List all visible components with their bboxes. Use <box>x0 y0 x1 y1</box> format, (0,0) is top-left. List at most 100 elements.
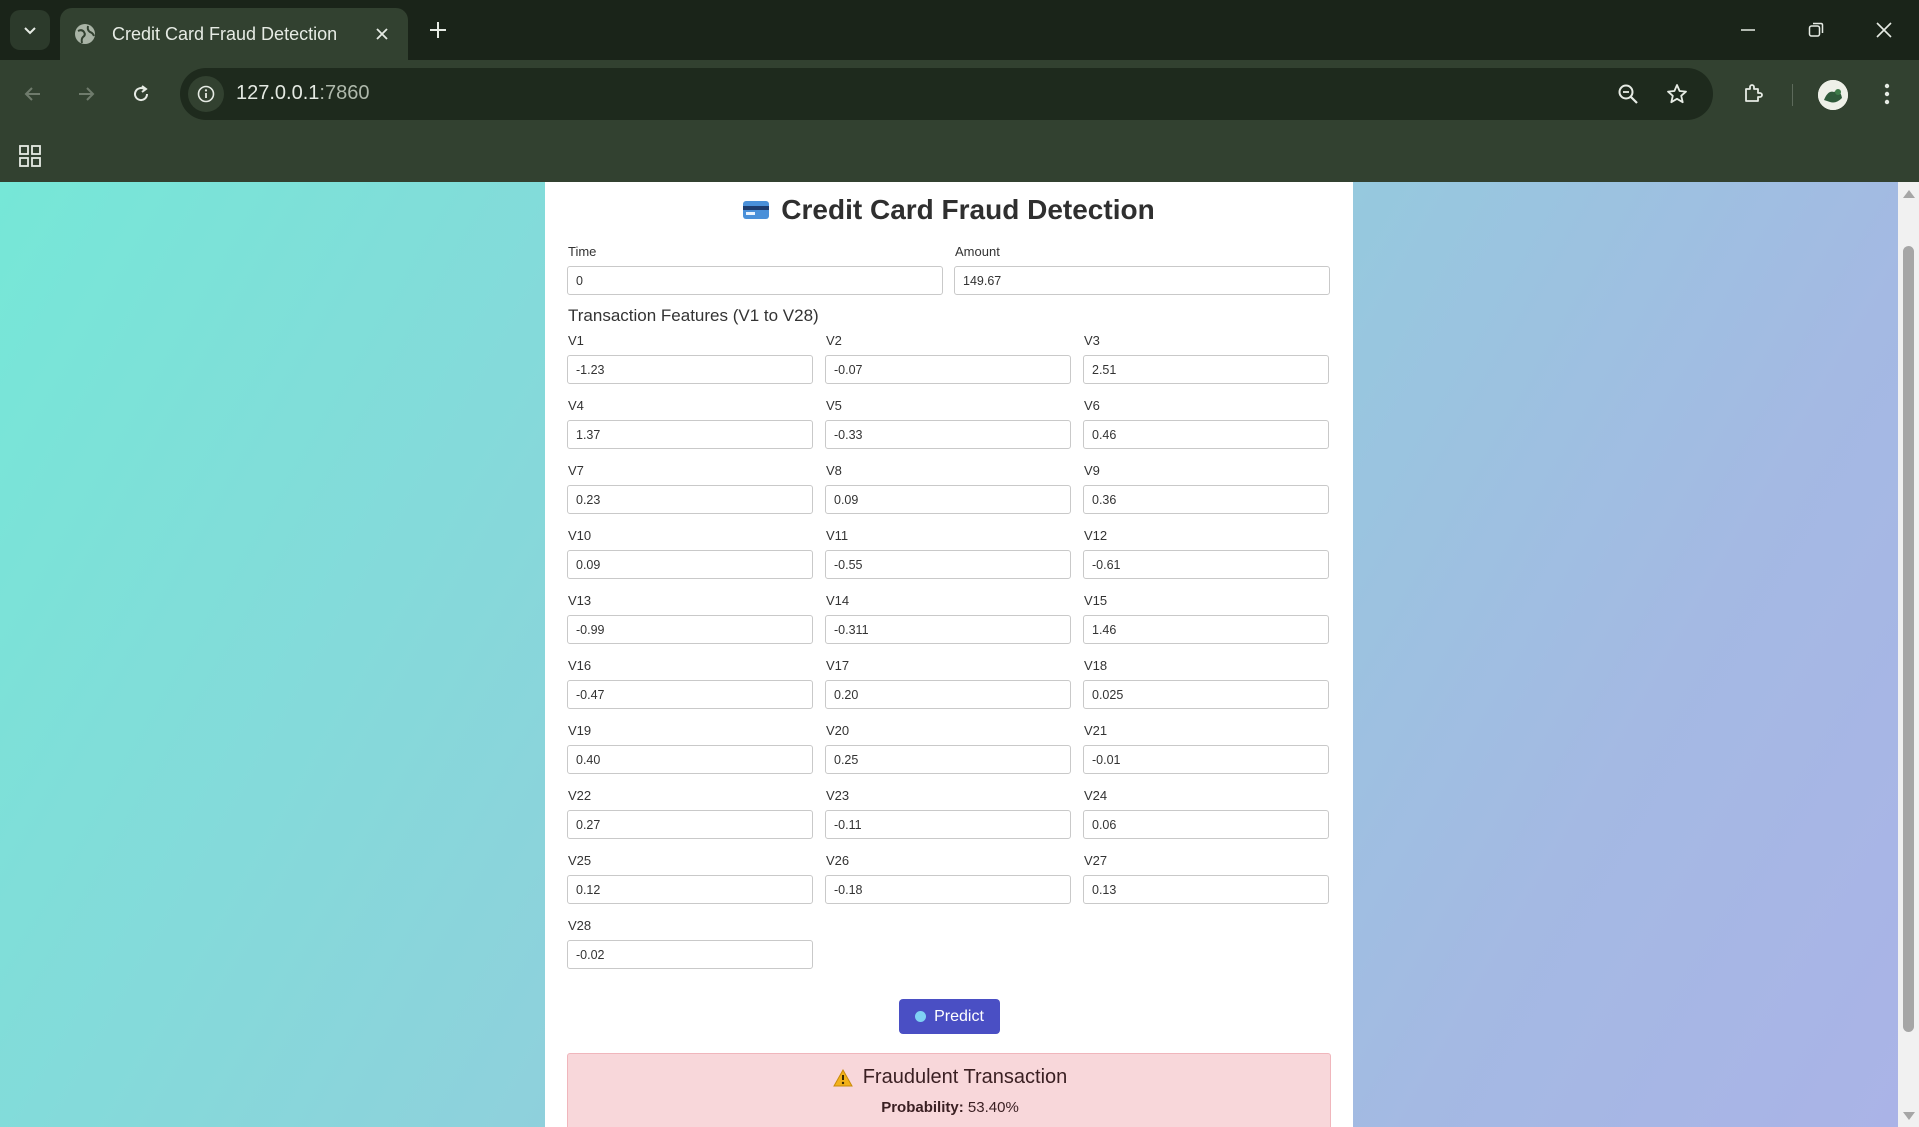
tab-title: Credit Card Fraud Detection <box>112 23 338 44</box>
chevron-down-icon <box>24 27 36 35</box>
feature-label: V20 <box>826 723 850 738</box>
close-window-button[interactable] <box>1866 12 1902 48</box>
scroll-up-icon[interactable] <box>1903 190 1915 198</box>
feature-label: V24 <box>1084 788 1108 803</box>
feature-label: V26 <box>826 853 850 868</box>
warning-icon <box>832 1068 853 1086</box>
feature-label: V1 <box>568 333 584 348</box>
page-title: Credit Card Fraud Detection <box>545 194 1353 226</box>
bookmark-star-icon[interactable] <box>1662 79 1692 109</box>
more-menu-icon[interactable] <box>1868 75 1906 113</box>
feature-input-v16[interactable] <box>567 680 813 709</box>
predict-label: Predict <box>934 1007 984 1025</box>
result-title-text: Fraudulent Transaction <box>862 1066 1068 1088</box>
feature-input-v17[interactable] <box>825 680 1071 709</box>
close-icon <box>1876 22 1892 38</box>
site-info-icon[interactable] <box>188 76 224 112</box>
arrow-right-icon <box>79 87 95 101</box>
predict-button[interactable]: Predict <box>899 999 1000 1034</box>
feature-input-v7[interactable] <box>567 485 813 514</box>
address-bar[interactable]: 127.0.0.1:7860 <box>180 68 1713 120</box>
feature-input-v1[interactable] <box>567 355 813 384</box>
feature-input-v20[interactable] <box>825 745 1071 774</box>
result-probability: Probability: 53.40% <box>568 1099 1332 1116</box>
feature-input-v26[interactable] <box>825 875 1071 904</box>
minimize-icon <box>1741 29 1755 31</box>
time-label: Time <box>568 244 597 259</box>
apps-grid-icon[interactable] <box>14 140 46 172</box>
scrollbar-thumb[interactable] <box>1903 246 1914 1032</box>
feature-label: V13 <box>568 593 592 608</box>
feature-label: V17 <box>826 658 850 673</box>
amount-label: Amount <box>955 244 1000 259</box>
feature-input-v19[interactable] <box>567 745 813 774</box>
magnifier-icon <box>915 1011 927 1022</box>
feature-label: V6 <box>1084 398 1100 413</box>
restore-button[interactable] <box>1798 12 1834 48</box>
feature-input-v11[interactable] <box>825 550 1071 579</box>
feature-input-v12[interactable] <box>1083 550 1329 579</box>
feature-label: V21 <box>1084 723 1108 738</box>
profile-avatar[interactable] <box>1818 80 1848 110</box>
feature-input-v21[interactable] <box>1083 745 1329 774</box>
back-button[interactable] <box>14 75 52 113</box>
feature-label: V15 <box>1084 593 1108 608</box>
amount-input[interactable] <box>954 266 1330 295</box>
feature-label: V10 <box>568 528 592 543</box>
feature-label: V25 <box>568 853 592 868</box>
feature-input-v18[interactable] <box>1083 680 1329 709</box>
extensions-icon[interactable] <box>1734 75 1772 113</box>
zoom-icon[interactable] <box>1613 79 1643 109</box>
features-heading: Transaction Features (V1 to V28) <box>568 306 819 325</box>
tab-search-button[interactable] <box>10 10 50 50</box>
feature-input-v3[interactable] <box>1083 355 1329 384</box>
time-input[interactable] <box>567 266 943 295</box>
feature-label: V27 <box>1084 853 1108 868</box>
feature-input-v9[interactable] <box>1083 485 1329 514</box>
feature-label: V8 <box>826 463 842 478</box>
forward-button[interactable] <box>67 75 105 113</box>
feature-input-v23[interactable] <box>825 810 1071 839</box>
feature-input-v10[interactable] <box>567 550 813 579</box>
reload-icon <box>134 85 149 102</box>
feature-input-v24[interactable] <box>1083 810 1329 839</box>
feature-input-v5[interactable] <box>825 420 1071 449</box>
probability-label: Probability: <box>881 1099 964 1116</box>
minimize-button[interactable] <box>1730 12 1766 48</box>
page-scrollbar[interactable] <box>1898 182 1919 1127</box>
feature-input-v8[interactable] <box>825 485 1071 514</box>
browser-toolbar: 127.0.0.1:7860 <box>0 60 1919 129</box>
feature-label: V28 <box>568 918 592 933</box>
feature-input-v25[interactable] <box>567 875 813 904</box>
feature-label: V23 <box>826 788 850 803</box>
feature-input-v28[interactable] <box>567 940 813 969</box>
feature-input-v27[interactable] <box>1083 875 1329 904</box>
feature-input-v4[interactable] <box>567 420 813 449</box>
globe-icon <box>75 24 95 44</box>
close-tab-icon[interactable] <box>370 22 394 46</box>
feature-label: V5 <box>826 398 842 413</box>
url-text: 127.0.0.1:7860 <box>236 82 370 104</box>
arrow-left-icon <box>24 87 40 101</box>
probability-value: 53.40% <box>967 1099 1019 1116</box>
reload-button[interactable] <box>122 75 160 113</box>
feature-label: V12 <box>1084 528 1108 543</box>
scroll-down-icon[interactable] <box>1903 1112 1915 1120</box>
page-viewport: Credit Card Fraud Detection Time Amount … <box>0 182 1898 1127</box>
feature-input-v13[interactable] <box>567 615 813 644</box>
feature-input-v22[interactable] <box>567 810 813 839</box>
new-tab-button[interactable] <box>422 14 454 46</box>
feature-label: V11 <box>826 528 849 543</box>
page-title-text: Credit Card Fraud Detection <box>781 194 1155 225</box>
active-tab[interactable]: Credit Card Fraud Detection <box>60 8 408 60</box>
feature-label: V16 <box>568 658 592 673</box>
tab-strip: Credit Card Fraud Detection <box>0 0 1919 60</box>
feature-input-v2[interactable] <box>825 355 1071 384</box>
bookmarks-bar <box>0 129 1919 182</box>
feature-label: V14 <box>826 593 850 608</box>
result-title: Fraudulent Transaction <box>568 1066 1332 1089</box>
feature-input-v15[interactable] <box>1083 615 1329 644</box>
result-alert: Fraudulent Transaction Probability: 53.4… <box>567 1053 1331 1127</box>
feature-input-v6[interactable] <box>1083 420 1329 449</box>
feature-input-v14[interactable] <box>825 615 1071 644</box>
